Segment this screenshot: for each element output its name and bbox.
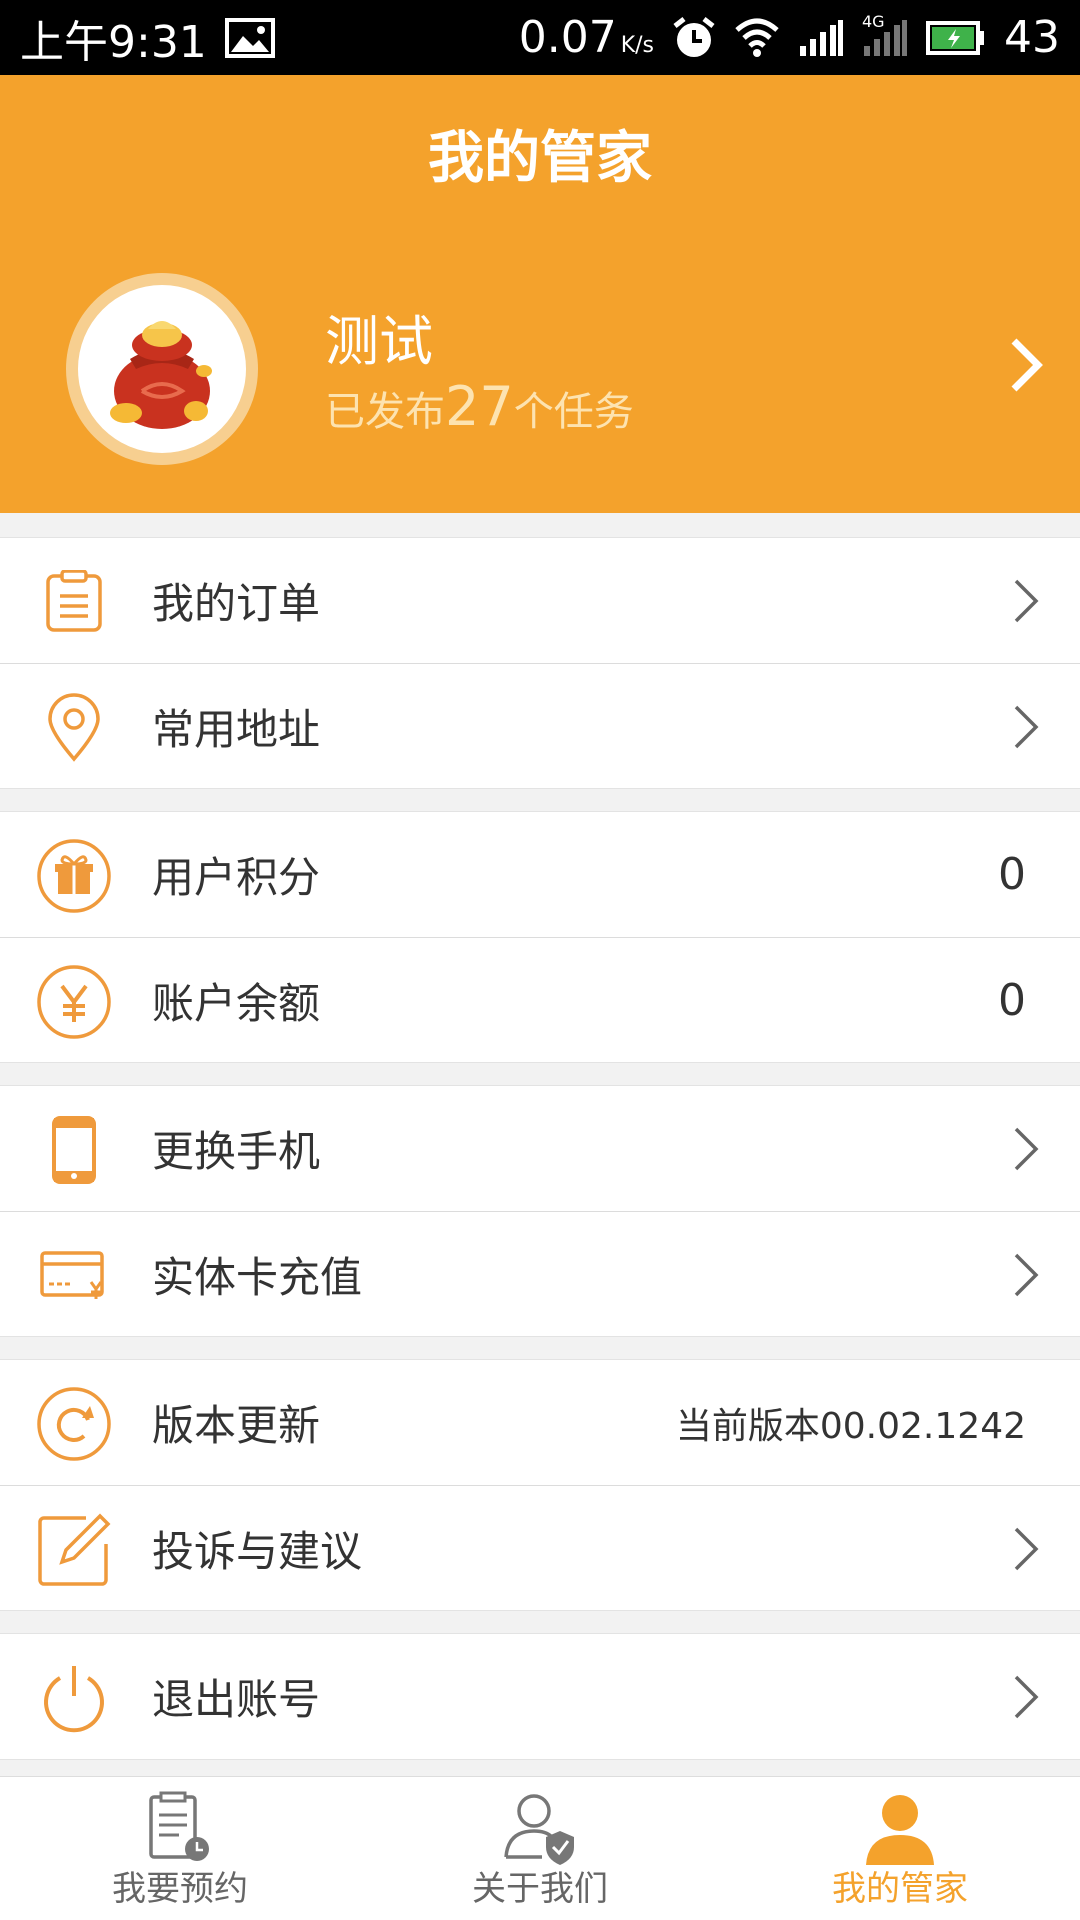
wifi-icon [734,18,780,58]
edit-icon [36,1512,112,1588]
menu-group-orders: 我的订单 常用地址 [0,537,1080,789]
profile-chevron-icon[interactable] [1008,337,1044,397]
alarm-icon [672,16,716,60]
account-balance-item[interactable]: 账户余额 0 [0,937,1080,1062]
location-pin-icon [36,690,112,766]
signal-icon [798,18,844,58]
net-speed: 0.07 K/s [518,12,654,63]
4g-signal-icon: 4G [862,12,908,58]
user-points-item[interactable]: 用户积分 0 [0,812,1080,937]
bottom-tab-bar: 我要预约 关于我们 我的管家 [0,1776,1080,1920]
phone-icon [36,1112,112,1188]
clipboard-icon [36,564,112,640]
chevron-right-icon [1012,1526,1040,1576]
status-time: 上午9:31 [20,16,207,68]
user-icon [862,1791,938,1871]
tab-my-butler[interactable]: 我的管家 [720,1777,1080,1920]
refresh-icon [36,1386,112,1462]
task-count: 27 [445,375,514,438]
chevron-right-icon [1012,1674,1040,1724]
tab-about-us[interactable]: 关于我们 [360,1777,720,1920]
avatar[interactable] [66,273,258,465]
chevron-right-icon [1012,578,1040,628]
image-icon [224,17,275,58]
gift-icon [36,838,112,914]
user-name: 测试 [325,310,433,373]
feedback-item[interactable]: 投诉与建议 [0,1485,1080,1610]
menu-group-app: 版本更新 当前版本00.02.1242 投诉与建议 [0,1359,1080,1611]
balance-value: 0 [998,974,1026,1026]
chevron-right-icon [1012,1252,1040,1302]
task-summary: 已发布 27 个任务 [325,375,634,438]
power-icon [36,1660,112,1736]
points-value: 0 [998,849,1026,900]
menu-group-services: 更换手机 实体卡充值 [0,1085,1080,1337]
version-value: 当前版本00.02.1242 [675,1405,1026,1447]
yen-icon [36,964,112,1040]
card-recharge-item[interactable]: 实体卡充值 [0,1211,1080,1336]
card-icon [36,1238,112,1314]
logout-item[interactable]: 退出账号 [0,1634,1080,1759]
version-update-item[interactable]: 版本更新 当前版本00.02.1242 [0,1360,1080,1485]
lucky-bag-icon [110,321,212,429]
battery-icon [926,20,986,56]
chevron-right-icon [1012,704,1040,754]
chevron-right-icon [1012,1126,1040,1176]
battery-level: 43 [1004,12,1060,63]
common-address-item[interactable]: 常用地址 [0,663,1080,788]
user-shield-icon [502,1791,578,1871]
tab-booking[interactable]: 我要预约 [0,1777,360,1920]
menu-group-logout: 退出账号 [0,1633,1080,1760]
page-title: 我的管家 [428,126,652,191]
booking-list-icon [145,1791,215,1871]
my-orders-item[interactable]: 我的订单 [0,538,1080,663]
profile-header: 我的管家 测试 已发布 27 个任务 [0,75,1080,513]
status-bar: 上午9:31 0.07 K/s 4G 43 [0,0,1080,75]
menu-group-account: 用户积分 0 账户余额 0 [0,811,1080,1063]
change-phone-item[interactable]: 更换手机 [0,1086,1080,1211]
